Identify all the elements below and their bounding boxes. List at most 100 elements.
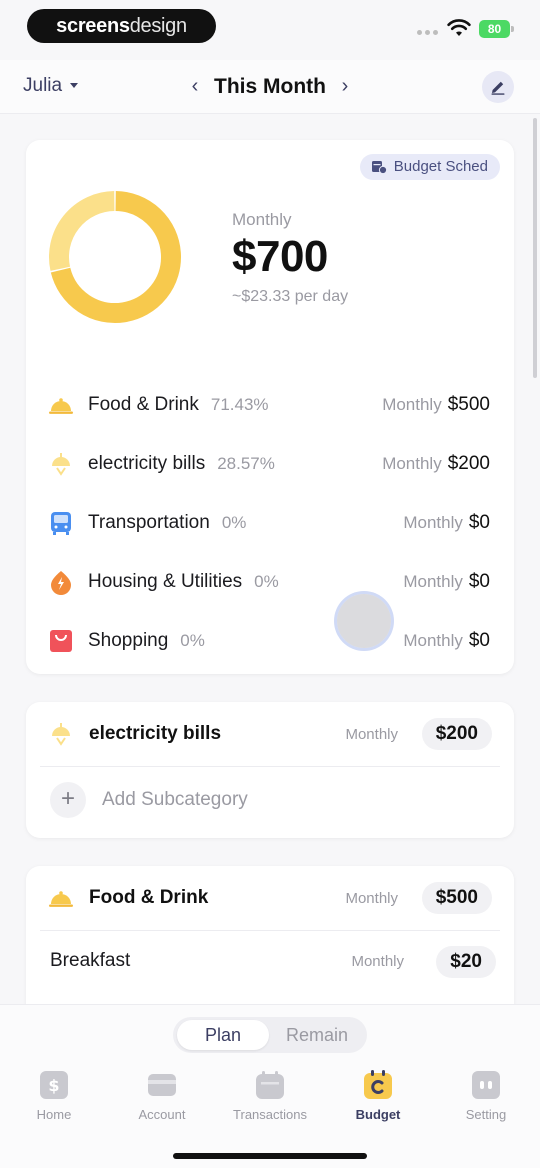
- user-name: Julia: [23, 75, 63, 96]
- settings-icon: [472, 1071, 500, 1099]
- category-row[interactable]: electricity bills 28.57% Monthly $200: [48, 449, 490, 479]
- category-period: Monthly: [345, 726, 398, 743]
- category-header[interactable]: Food & Drink Monthly $500: [48, 880, 492, 916]
- category-percent: 28.57%: [217, 454, 275, 473]
- category-amount: $0: [468, 630, 490, 651]
- tab-label: Budget: [355, 1107, 401, 1122]
- budget-donut-chart: [49, 191, 181, 323]
- shopping-bag-icon: [50, 630, 72, 652]
- category-name: Housing & Utilities: [88, 571, 243, 592]
- tab-account[interactable]: Account: [112, 1065, 212, 1125]
- category-row[interactable]: Housing & Utilities 0% Monthly $0: [48, 567, 490, 597]
- category-amount-chip[interactable]: $200: [421, 718, 492, 750]
- category-amount: $0: [468, 571, 490, 592]
- budget-icon: [364, 1070, 392, 1099]
- category-row[interactable]: Shopping 0% Monthly $0: [48, 626, 490, 656]
- wifi-icon: [447, 19, 471, 36]
- svg-text:$: $: [48, 1076, 59, 1095]
- segment-remain[interactable]: Remain: [271, 1020, 363, 1050]
- category-row[interactable]: Transportation 0% Monthly $0: [48, 508, 490, 538]
- category-name: Food & Drink: [89, 887, 209, 908]
- donut-segment: [49, 191, 115, 271]
- tab-budget[interactable]: Budget: [328, 1065, 428, 1125]
- top-bar: Julia ‹ This Month ›: [0, 60, 540, 114]
- category-percent: 0%: [254, 572, 279, 591]
- budget-schedule-pill[interactable]: Budget Sched: [359, 154, 500, 180]
- divider: [40, 766, 500, 767]
- tab-transactions[interactable]: Transactions: [220, 1065, 320, 1125]
- category-period: Monthly: [382, 454, 442, 473]
- category-name: Food & Drink: [88, 394, 199, 415]
- category-name: Transportation: [88, 512, 210, 533]
- lamp-icon: [52, 723, 70, 746]
- category-period: Monthly: [382, 395, 442, 414]
- plus-icon: +: [50, 782, 86, 818]
- period-switcher: ‹ This Month ›: [185, 72, 355, 102]
- category-period: Monthly: [403, 631, 463, 650]
- category-name: Shopping: [88, 630, 169, 651]
- divider: [40, 930, 500, 931]
- subcategory-name: Breakfast: [50, 950, 131, 971]
- summary-amount: $700: [232, 232, 328, 281]
- category-row[interactable]: Food & Drink 71.43% Monthly $500: [48, 390, 490, 420]
- subcategory-period: Monthly: [351, 953, 404, 970]
- subcategory-amount-chip[interactable]: $20: [436, 946, 496, 978]
- category-period: Monthly: [345, 890, 398, 907]
- caret-down-icon: [70, 83, 79, 89]
- category-amount-chip[interactable]: $500: [421, 882, 492, 914]
- dollar-icon: $: [40, 1071, 68, 1099]
- category-amount: $200: [447, 453, 490, 474]
- category-header[interactable]: electricity bills Monthly $200: [48, 716, 492, 752]
- cloche-icon: [49, 398, 73, 414]
- summary-period-label: Monthly: [232, 210, 292, 229]
- pencil-icon: [491, 81, 505, 95]
- touch-indicator: [337, 594, 391, 648]
- flame-icon: [51, 571, 71, 595]
- signal-dots-icon: [417, 30, 439, 35]
- category-percent: 71.43%: [210, 395, 269, 414]
- tab-label: Account: [138, 1107, 186, 1122]
- user-selector[interactable]: Julia: [23, 75, 79, 97]
- budget-screen: screensdesign 80 Julia ‹ This Month › Bu…: [0, 0, 540, 1168]
- category-amount: $500: [447, 394, 490, 415]
- chevron-right-icon[interactable]: ›: [335, 75, 355, 98]
- edit-button[interactable]: [482, 71, 514, 103]
- card-icon: [148, 1074, 176, 1096]
- tab-label: Setting: [465, 1107, 507, 1122]
- plan-remain-toggle: Plan Remain: [173, 1017, 367, 1053]
- tab-setting[interactable]: Setting: [436, 1065, 536, 1125]
- subcategory-row[interactable]: Breakfast Monthly $20: [50, 944, 496, 980]
- category-amount: $0: [468, 512, 490, 533]
- bottom-panel: Plan Remain $ Home Account Transactions …: [0, 1004, 540, 1168]
- category-name: electricity bills: [88, 453, 206, 474]
- budget-summary-card: Budget Sched Monthly $700 ~$23.33 per da…: [26, 140, 514, 674]
- chevron-left-icon[interactable]: ‹: [185, 75, 205, 98]
- tab-label: Transactions: [233, 1107, 307, 1122]
- calendar-schedule-icon: [371, 161, 387, 174]
- period-title: This Month: [214, 75, 326, 98]
- lamp-icon: [52, 453, 70, 476]
- category-percent: 0%: [221, 513, 247, 532]
- category-period: Monthly: [403, 513, 463, 532]
- status-bar: screensdesign 80: [0, 0, 540, 52]
- scrollbar[interactable]: [533, 118, 537, 378]
- category-name: electricity bills: [89, 723, 222, 744]
- brand-part1: screens: [56, 15, 130, 37]
- segment-plan[interactable]: Plan: [177, 1020, 269, 1050]
- add-subcategory-label: Add Subcategory: [102, 789, 248, 810]
- tab-label: Home: [36, 1107, 72, 1122]
- calendar-icon: [256, 1071, 284, 1099]
- cloche-icon: [49, 891, 73, 907]
- category-percent: 0%: [180, 631, 205, 650]
- electricity-bills-card: electricity bills Monthly $200 + Add Sub…: [26, 702, 514, 838]
- budget-schedule-label: Budget Sched: [393, 158, 488, 175]
- home-indicator: [173, 1153, 367, 1159]
- tab-bar: $ Home Account Transactions Budget Setti…: [0, 1065, 540, 1125]
- battery-icon: 80: [479, 20, 514, 38]
- category-period: Monthly: [403, 572, 463, 591]
- tab-home[interactable]: $ Home: [4, 1065, 104, 1125]
- summary-per-day: ~$23.33 per day: [232, 288, 349, 305]
- bus-icon: [51, 512, 71, 535]
- brand-badge: screensdesign: [27, 9, 216, 43]
- brand-part2: design: [129, 15, 187, 37]
